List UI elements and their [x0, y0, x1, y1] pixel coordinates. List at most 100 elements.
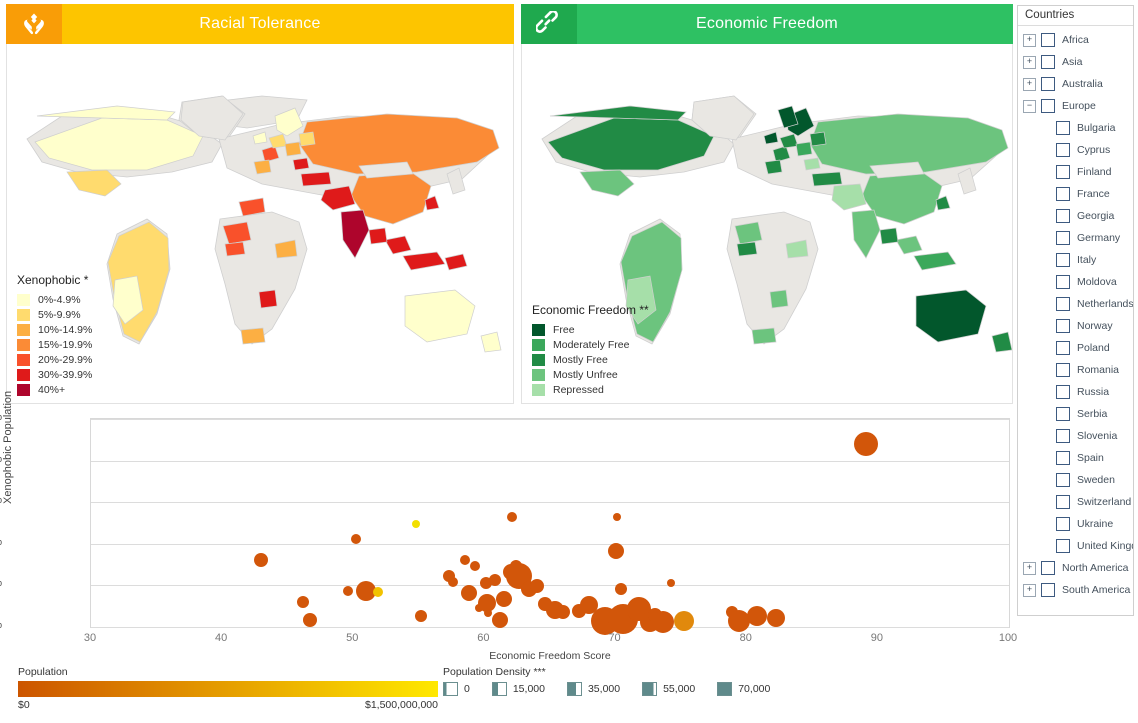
tree-node-moldova[interactable]: Moldova [1018, 271, 1133, 293]
tree-node-south-america[interactable]: + South America [1018, 579, 1133, 601]
tree-checkbox[interactable] [1056, 253, 1070, 267]
tree-checkbox[interactable] [1056, 165, 1070, 179]
tree-checkbox[interactable] [1056, 209, 1070, 223]
tree-node-finland[interactable]: Finland [1018, 161, 1133, 183]
bubble-point[interactable] [854, 431, 879, 456]
expand-icon[interactable]: + [1023, 33, 1036, 47]
bubble-point[interactable] [556, 605, 571, 620]
chain-link-icon [521, 4, 577, 44]
bubble-point[interactable] [254, 553, 269, 568]
bubble-point[interactable] [484, 609, 493, 618]
tree-checkbox[interactable] [1041, 33, 1055, 47]
tree-checkbox[interactable] [1041, 55, 1055, 69]
expand-icon[interactable]: + [1023, 55, 1036, 69]
tree-checkbox[interactable] [1056, 121, 1070, 135]
bubble-point[interactable] [373, 587, 384, 598]
bubble-point[interactable] [666, 579, 675, 588]
tree-node-russia[interactable]: Russia [1018, 381, 1133, 403]
tree-node-africa[interactable]: + Africa [1018, 29, 1133, 51]
expand-icon[interactable]: + [1023, 583, 1036, 597]
collapse-icon[interactable]: − [1023, 99, 1036, 113]
tree-node-france[interactable]: France [1018, 183, 1133, 205]
bubble-point[interactable] [614, 582, 627, 595]
bubble-point[interactable] [766, 608, 785, 627]
tree-node-north-america[interactable]: + North America [1018, 557, 1133, 579]
bubble-point[interactable] [459, 555, 470, 566]
xenophobic-choropleth-map[interactable]: Xenophobic * 0%-4.9% 5%-9.9% 10%-14.9% 15%-… [6, 44, 514, 404]
bubble-point[interactable] [303, 612, 317, 627]
bubble-point[interactable] [412, 520, 421, 529]
countries-tree-panel[interactable]: Countries + Africa + Asia + Australia − Europe B… [1017, 5, 1134, 616]
bubble-point[interactable] [460, 584, 477, 601]
expand-icon[interactable]: + [1023, 77, 1036, 91]
tree-node-cyprus[interactable]: Cyprus [1018, 139, 1133, 161]
tree-node-italy[interactable]: Italy [1018, 249, 1133, 271]
tree-checkbox[interactable] [1056, 517, 1070, 531]
tree-checkbox[interactable] [1056, 407, 1070, 421]
tree-checkbox[interactable] [1056, 297, 1070, 311]
bubble-point[interactable] [488, 574, 501, 587]
tree-checkbox[interactable] [1056, 319, 1070, 333]
plot-area[interactable] [90, 418, 1010, 635]
bubble-point[interactable] [492, 611, 509, 628]
tree-node-slovenia[interactable]: Slovenia [1018, 425, 1133, 447]
tree-checkbox[interactable] [1056, 231, 1070, 245]
tree-checkbox[interactable] [1056, 539, 1070, 553]
density-legend-title: Population Density *** [443, 666, 546, 678]
tree-checkbox[interactable] [1056, 429, 1070, 443]
bubble-point[interactable] [297, 596, 310, 609]
bubble-point[interactable] [506, 511, 517, 522]
tree-node-netherlands[interactable]: Netherlands [1018, 293, 1133, 315]
bubble-point[interactable] [343, 585, 354, 596]
tree-checkbox[interactable] [1041, 77, 1055, 91]
bubble-point[interactable] [350, 533, 361, 544]
tree-checkbox[interactable] [1041, 583, 1055, 597]
tree-checkbox[interactable] [1056, 451, 1070, 465]
bubble-point[interactable] [673, 610, 694, 631]
tree-node-label: Switzerland [1077, 496, 1132, 508]
tree-node-germany[interactable]: Germany [1018, 227, 1133, 249]
tree-checkbox[interactable] [1056, 363, 1070, 377]
tree-checkbox[interactable] [1056, 341, 1070, 355]
countries-tree-list[interactable]: + Africa + Asia + Australia − Europe Bulgaria Cyp… [1018, 26, 1133, 601]
tree-node-bulgaria[interactable]: Bulgaria [1018, 117, 1133, 139]
tree-checkbox[interactable] [1056, 385, 1070, 399]
bubble-scatter-chart[interactable]: Xenophobic Population 0% 20% 40% 60% 80% 100%… [0, 391, 1017, 662]
tree-node-georgia[interactable]: Georgia [1018, 205, 1133, 227]
bubble-point[interactable] [447, 577, 458, 588]
tree-node-norway[interactable]: Norway [1018, 315, 1133, 337]
y-tick-label: 0% [0, 619, 2, 631]
tree-checkbox[interactable] [1056, 473, 1070, 487]
tree-checkbox[interactable] [1056, 275, 1070, 289]
tree-checkbox[interactable] [1041, 561, 1055, 575]
bubble-point[interactable] [529, 579, 544, 594]
bubble-point[interactable] [612, 512, 621, 521]
tree-checkbox[interactable] [1056, 495, 1070, 509]
tree-checkbox[interactable] [1056, 187, 1070, 201]
tree-node-australia[interactable]: + Australia [1018, 73, 1133, 95]
tree-node-romania[interactable]: Romania [1018, 359, 1133, 381]
bubble-point[interactable] [415, 609, 428, 622]
x-tick-label: 70 [608, 632, 621, 644]
tree-node-switzerland[interactable]: Switzerland [1018, 491, 1133, 513]
tree-node-label: Sweden [1077, 474, 1115, 486]
expand-icon[interactable]: + [1023, 561, 1036, 575]
economic-freedom-choropleth-map[interactable]: Economic Freedom ** Free Moderately Free M… [521, 44, 1013, 404]
tree-node-poland[interactable]: Poland [1018, 337, 1133, 359]
tree-node-asia[interactable]: + Asia [1018, 51, 1133, 73]
gridline [91, 460, 1009, 462]
bubble-point[interactable] [747, 605, 768, 626]
tree-node-sweden[interactable]: Sweden [1018, 469, 1133, 491]
bubble-point[interactable] [651, 610, 674, 633]
tree-node-europe[interactable]: − Europe [1018, 95, 1133, 117]
tree-node-spain[interactable]: Spain [1018, 447, 1133, 469]
tree-node-united-kingdom[interactable]: United Kingdom [1018, 535, 1133, 557]
bubble-point[interactable] [496, 590, 513, 607]
tree-node-serbia[interactable]: Serbia [1018, 403, 1133, 425]
tree-checkbox[interactable] [1056, 143, 1070, 157]
bubble-point[interactable] [470, 560, 481, 571]
tree-checkbox[interactable] [1041, 99, 1055, 113]
tree-node-ukraine[interactable]: Ukraine [1018, 513, 1133, 535]
gridline [91, 627, 1009, 628]
bubble-point[interactable] [607, 543, 624, 560]
